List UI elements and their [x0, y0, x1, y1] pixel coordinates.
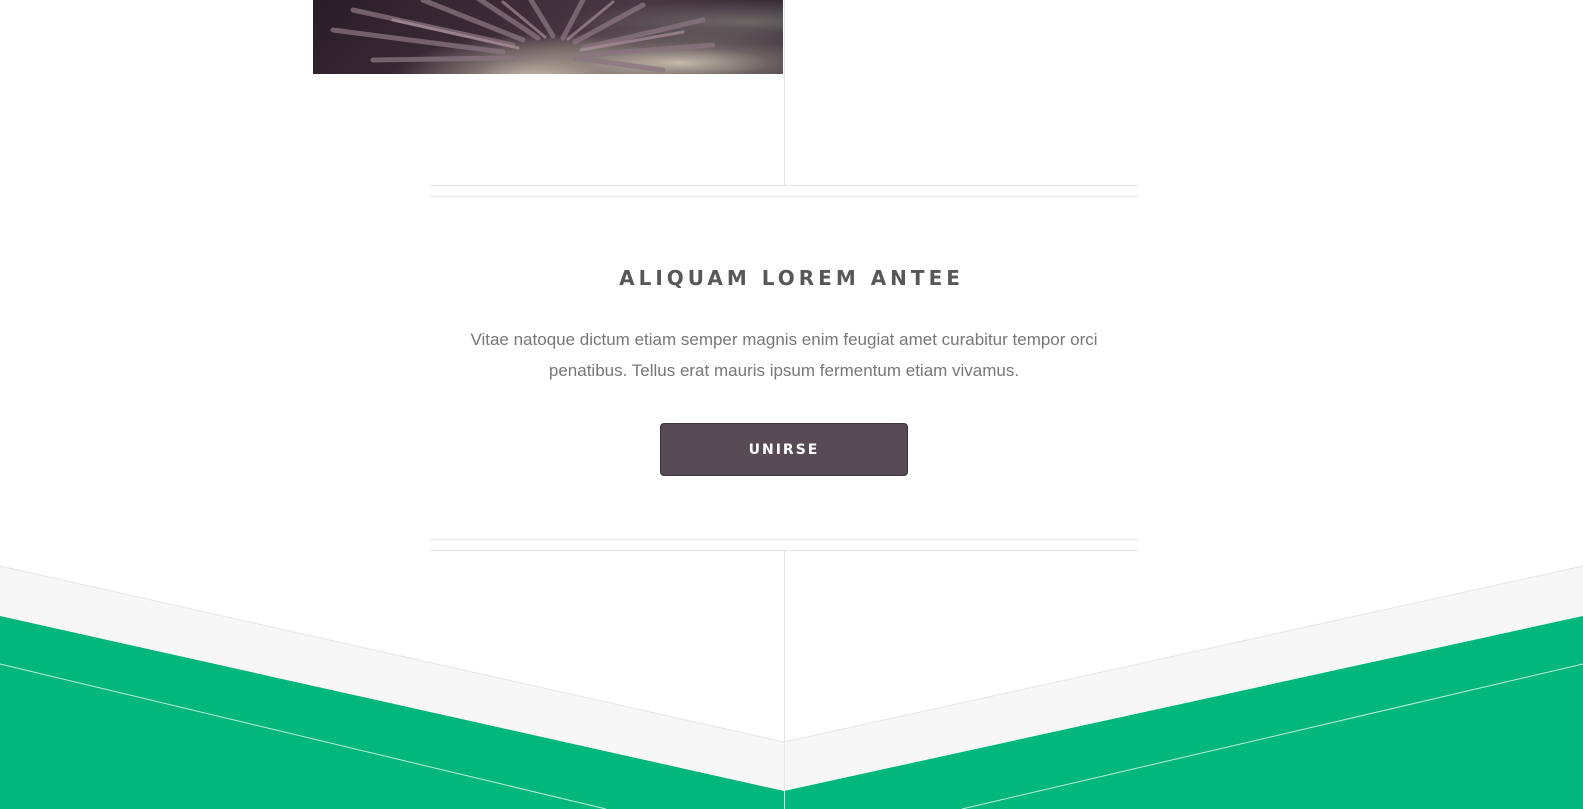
page: ALIQUAM LOREM ANTEE Vitae natoque dictum…	[0, 0, 1583, 809]
footer-chevron-background	[0, 551, 1583, 809]
